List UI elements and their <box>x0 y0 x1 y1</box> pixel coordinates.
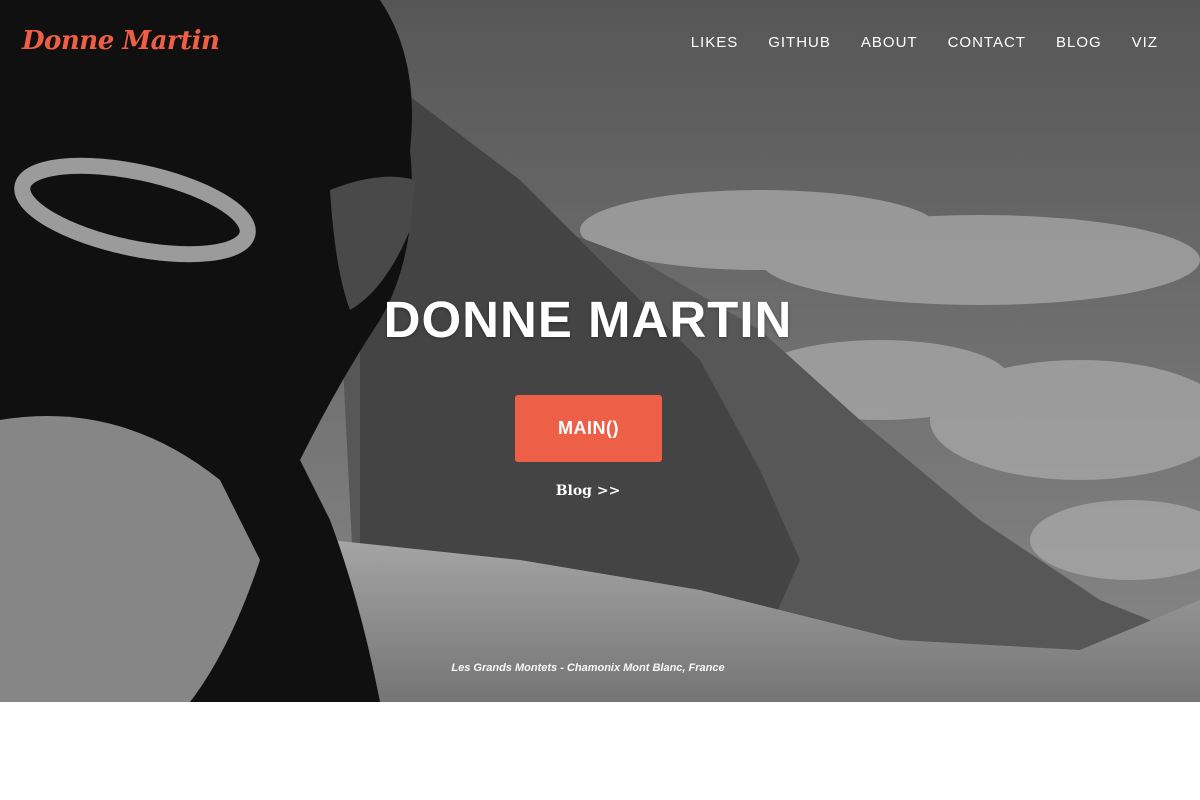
top-navbar: Donne Martin LIKES GITHUB ABOUT CONTACT … <box>0 0 1200 90</box>
hero-overlay <box>0 0 1200 702</box>
blog-link[interactable]: Blog >> <box>0 483 1176 499</box>
main-button[interactable]: MAIN() <box>515 395 662 462</box>
nav-link-viz[interactable]: VIZ <box>1132 34 1158 51</box>
hero-section: Donne Martin LIKES GITHUB ABOUT CONTACT … <box>0 0 1200 702</box>
nav-link-about[interactable]: ABOUT <box>861 34 918 51</box>
hero-title: DONNE MARTIN <box>383 291 793 348</box>
photo-caption: Les Grands Montets - Chamonix Mont Blanc… <box>451 662 725 674</box>
brand-logo[interactable]: Donne Martin <box>22 26 220 56</box>
nav-link-blog[interactable]: BLOG <box>1056 34 1102 51</box>
nav-link-github[interactable]: GITHUB <box>768 34 831 51</box>
content-area <box>0 702 1200 800</box>
nav-link-likes[interactable]: LIKES <box>691 34 739 51</box>
nav-link-contact[interactable]: CONTACT <box>948 34 1026 51</box>
nav-links: LIKES GITHUB ABOUT CONTACT BLOG VIZ <box>661 34 1158 51</box>
